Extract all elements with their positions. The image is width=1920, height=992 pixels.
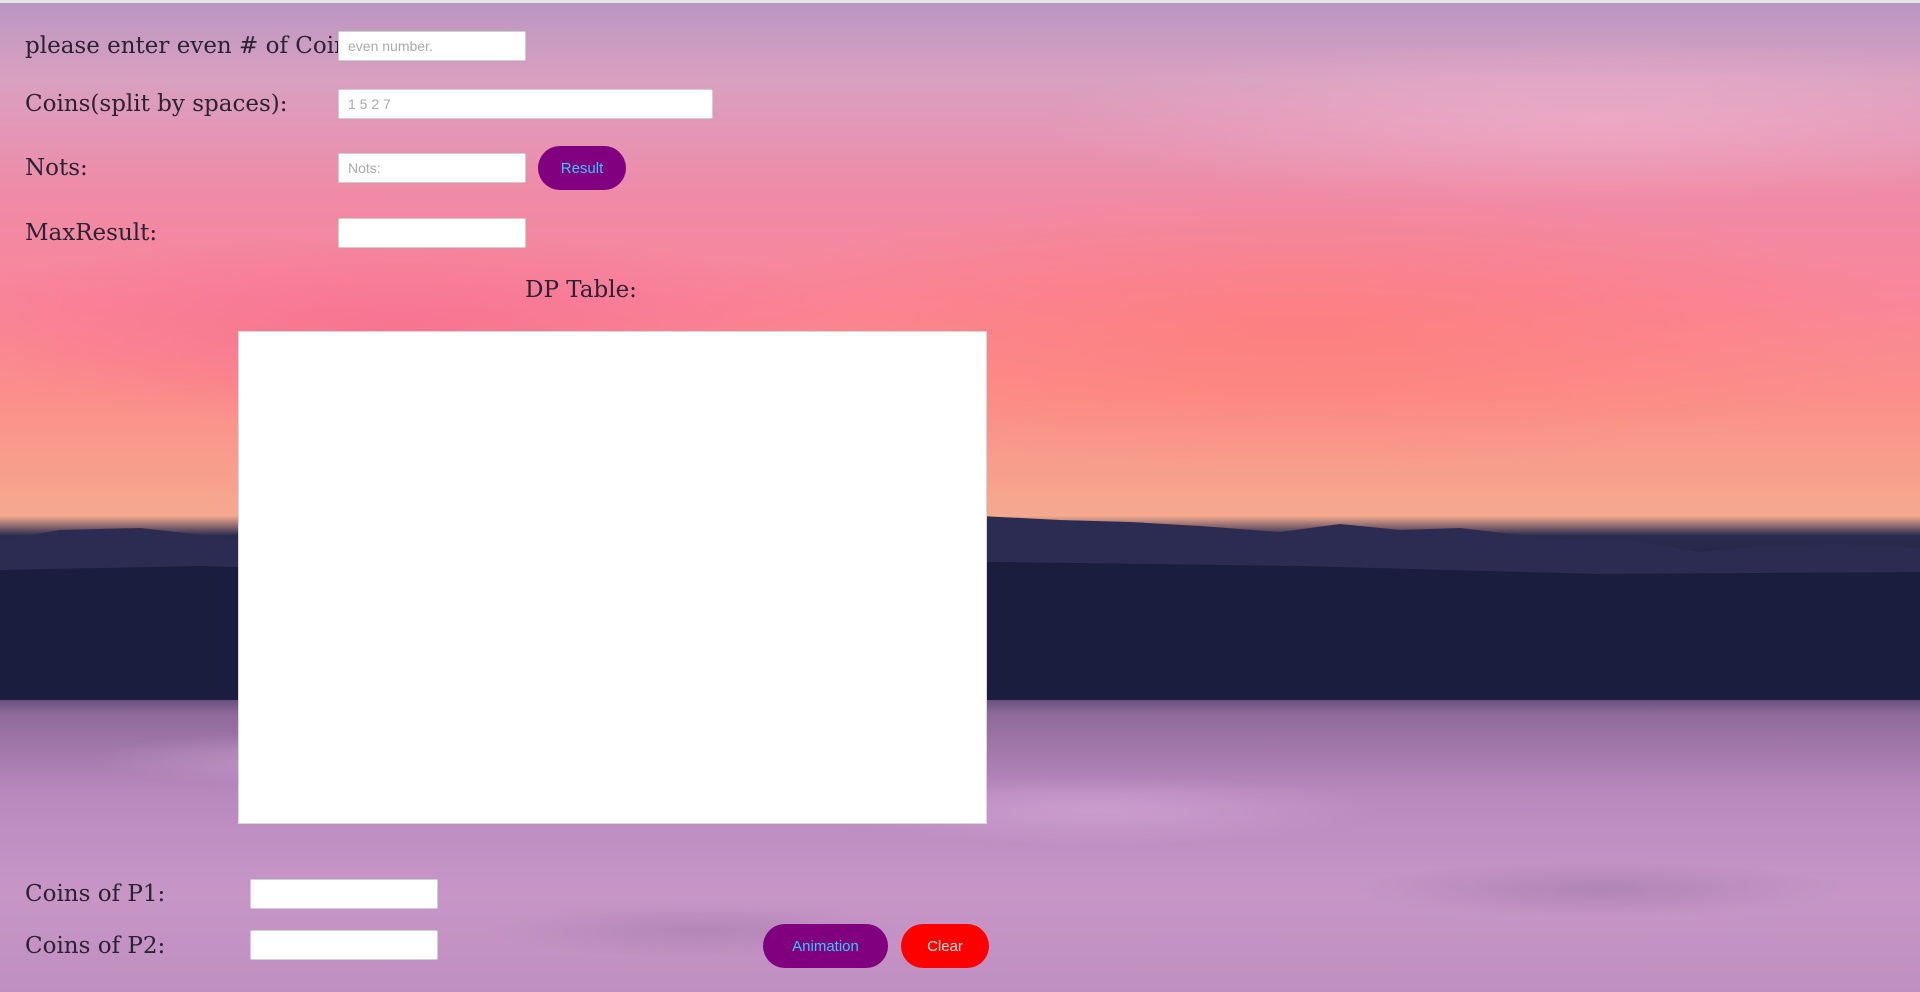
dp-table-title: DP Table: bbox=[525, 277, 637, 303]
coins-list-input[interactable] bbox=[338, 89, 713, 119]
p1-coins-input[interactable] bbox=[250, 879, 438, 909]
nots-label: Nots: bbox=[25, 155, 88, 181]
result-button[interactable]: Result bbox=[538, 146, 626, 190]
nots-input[interactable] bbox=[338, 153, 526, 183]
p2-coins-label: Coins of P2: bbox=[25, 933, 166, 959]
coins-list-label: Coins(split by spaces): bbox=[25, 91, 288, 117]
dp-table-canvas bbox=[238, 331, 987, 824]
animation-button[interactable]: Animation bbox=[763, 924, 888, 968]
max-result-label: MaxResult: bbox=[25, 220, 158, 246]
coins-count-input[interactable] bbox=[338, 31, 526, 61]
p1-coins-label: Coins of P1: bbox=[25, 881, 166, 907]
coins-count-label: please enter even # of Coins: bbox=[25, 33, 369, 59]
top-border bbox=[0, 0, 1920, 3]
max-result-input[interactable] bbox=[338, 218, 526, 248]
p2-coins-input[interactable] bbox=[250, 930, 438, 960]
clear-button[interactable]: Clear bbox=[901, 924, 989, 968]
